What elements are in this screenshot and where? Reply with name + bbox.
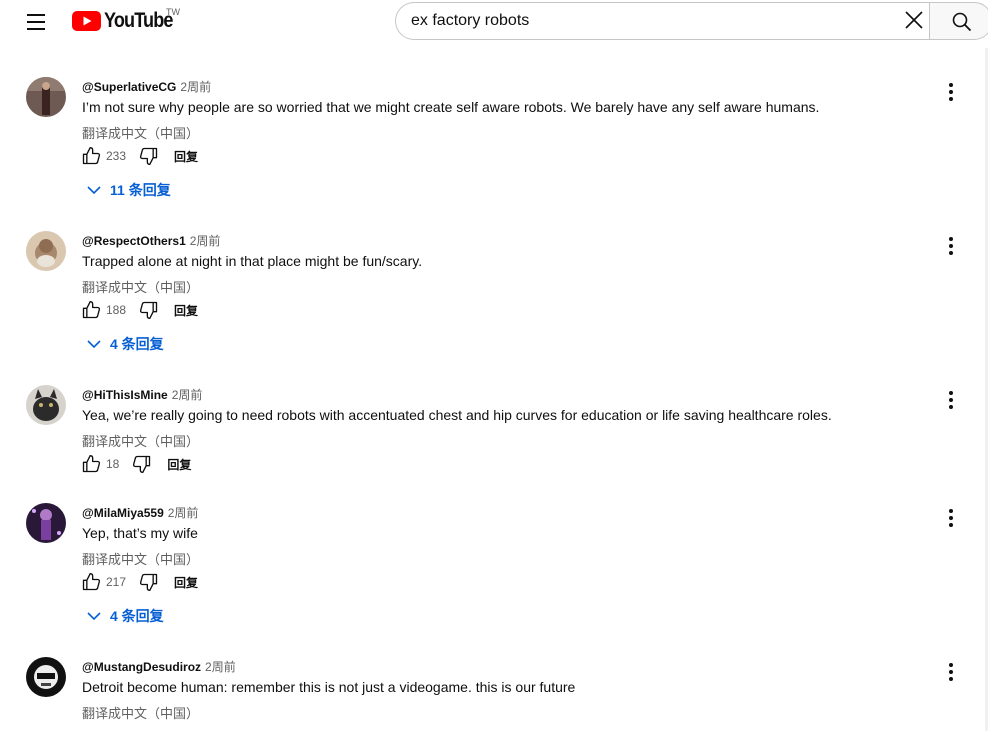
translate-link[interactable]: 翻译成中文（中国） (82, 277, 199, 296)
thumbs-up-icon (82, 147, 101, 165)
thumbs-down-icon (139, 147, 158, 165)
youtube-logo-icon (72, 11, 101, 31)
comment-header: @RespectOthers1 2周前 (82, 232, 220, 249)
search-input[interactable] (411, 3, 881, 39)
like-button[interactable] (80, 146, 102, 166)
comment-actions: 233 回复 (80, 146, 198, 166)
thumbs-down-icon (133, 455, 151, 473)
like-button[interactable] (80, 572, 102, 592)
like-count: 18 (106, 457, 120, 471)
like-button[interactable] (80, 300, 102, 320)
like-count: 233 (106, 149, 127, 163)
search-box[interactable] (395, 2, 929, 40)
avatar[interactable] (26, 77, 66, 117)
comment-time[interactable]: 2周前 (180, 80, 211, 94)
translate-link[interactable]: 翻译成中文（中国） (82, 123, 199, 142)
comment-time[interactable]: 2周前 (172, 388, 203, 402)
more-vert-icon[interactable] (940, 661, 962, 683)
comment-text: Yea, we’re really going to need robots w… (82, 407, 832, 423)
comment-time[interactable]: 2周前 (168, 506, 199, 520)
search-button[interactable] (929, 2, 988, 40)
comment-actions: 18 回复 (80, 454, 191, 474)
comment-author[interactable]: @MilaMiya559 (82, 506, 164, 520)
like-button[interactable] (80, 454, 102, 474)
country-code: TW (166, 7, 180, 17)
avatar[interactable] (26, 385, 66, 425)
comment-time[interactable]: 2周前 (205, 660, 236, 674)
reply-button[interactable]: 回复 (167, 456, 191, 473)
thumbs-down-icon (139, 573, 158, 591)
more-vert-icon[interactable] (940, 81, 962, 103)
search-icon (952, 12, 972, 32)
masthead: YouTube TW (0, 0, 988, 48)
replies-count: 4 条回复 (110, 336, 164, 352)
avatar[interactable] (26, 503, 66, 543)
dislike-button[interactable] (138, 572, 160, 592)
reply-button[interactable]: 回复 (174, 148, 198, 165)
view-replies-button[interactable]: 11 条回复 (86, 180, 171, 200)
dislike-button[interactable] (138, 300, 160, 320)
thumbs-up-icon (82, 455, 101, 473)
comment-header: @SuperlativeCG 2周前 (82, 78, 211, 95)
like-count: 188 (106, 303, 127, 317)
view-replies-button[interactable]: 4 条回复 (86, 334, 164, 354)
thumbs-up-icon (82, 573, 101, 591)
translate-link[interactable]: 翻译成中文（中国） (82, 549, 199, 568)
replies-count: 11 条回复 (110, 182, 171, 198)
more-vert-icon[interactable] (940, 507, 962, 529)
view-replies-button[interactable]: 4 条回复 (86, 606, 164, 626)
comment-author[interactable]: @RespectOthers1 (82, 234, 186, 248)
avatar[interactable] (26, 657, 66, 697)
thumbs-up-icon (82, 301, 101, 319)
comment-text: Yep, that’s my wife (82, 525, 198, 541)
comment-text: Trapped alone at night in that place mig… (82, 253, 423, 269)
reply-button[interactable]: 回复 (174, 574, 198, 591)
translate-link[interactable]: 翻译成中文（中国） (82, 703, 199, 722)
comment-actions: 217 回复 (80, 572, 198, 592)
comment-text: Detroit become human: remember this is n… (82, 679, 576, 695)
avatar[interactable] (26, 231, 66, 271)
more-vert-icon[interactable] (940, 235, 962, 257)
dislike-button[interactable] (138, 146, 160, 166)
comment-header: @MustangDesudiroz 2周前 (82, 658, 236, 675)
dislike-button[interactable] (131, 454, 153, 474)
comment-actions: 188 回复 (80, 300, 198, 320)
more-vert-icon[interactable] (940, 389, 962, 411)
comment-header: @MilaMiya559 2周前 (82, 504, 198, 521)
chevron-down-icon (87, 612, 101, 621)
logo-text: YouTube (104, 9, 173, 32)
like-count: 217 (106, 575, 127, 589)
chevron-down-icon (87, 186, 101, 195)
translate-link[interactable]: 翻译成中文（中国） (82, 431, 199, 450)
menu-icon[interactable] (22, 8, 52, 36)
comment-time[interactable]: 2周前 (190, 234, 221, 248)
comment-header: @HiThisIsMine 2周前 (82, 386, 202, 403)
comment-author[interactable]: @MustangDesudiroz (82, 660, 201, 674)
reply-button[interactable]: 回复 (174, 302, 198, 319)
comment-text: I’m not sure why people are so worried t… (82, 99, 820, 115)
replies-count: 4 条回复 (110, 608, 164, 624)
comment-author[interactable]: @HiThisIsMine (82, 388, 168, 402)
chevron-down-icon (87, 340, 101, 349)
clear-icon[interactable] (904, 10, 924, 30)
comment-author[interactable]: @SuperlativeCG (82, 80, 176, 94)
thumbs-down-icon (139, 301, 158, 319)
